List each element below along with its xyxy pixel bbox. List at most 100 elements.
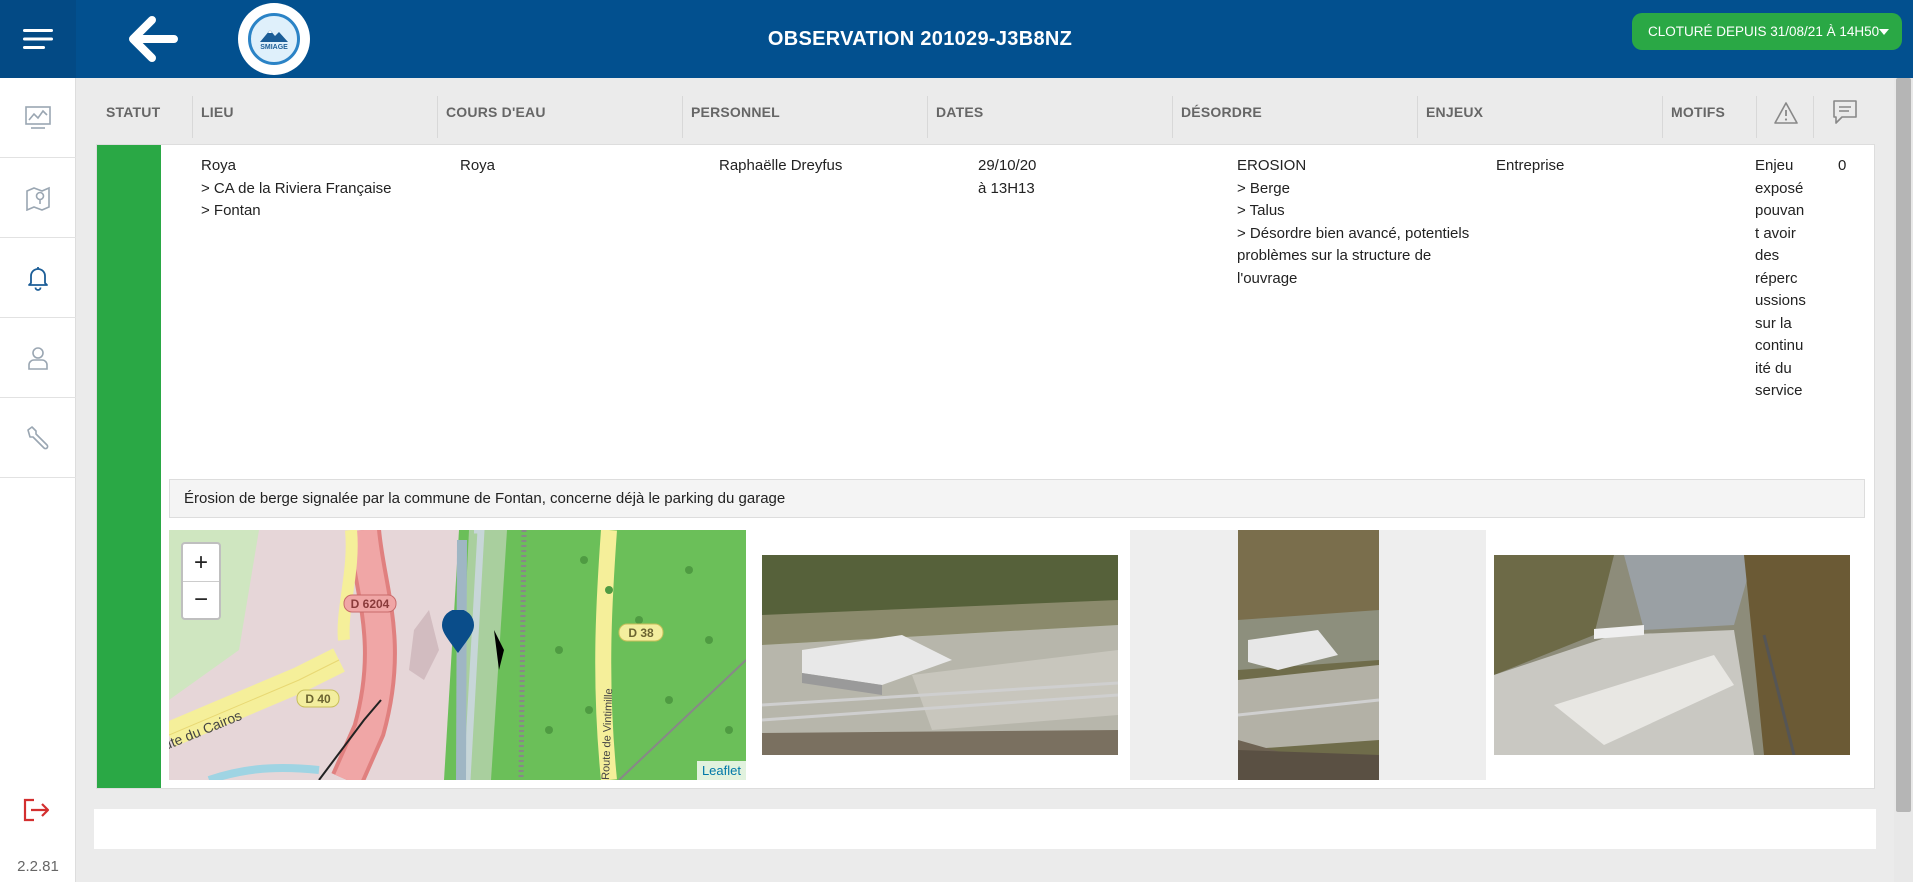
lieu-line: > Fontan (201, 202, 261, 219)
enjeux-value: Entreprise (1496, 157, 1565, 174)
column-divider (192, 96, 193, 138)
photo-thumbnail[interactable] (762, 555, 1118, 755)
desordre-line: > Berge (1237, 179, 1290, 197)
motifs-line: Enjeu (1755, 157, 1794, 174)
logo-text: SMIAGE (260, 44, 288, 51)
zoom-control: + − (181, 542, 221, 620)
column-divider (1417, 96, 1418, 138)
zoom-in-button[interactable]: + (183, 544, 219, 581)
status-dropdown[interactable]: CLOTURÉ DEPUIS 31/08/21 À 14H50 (1632, 13, 1902, 50)
photo-image (1238, 530, 1379, 780)
column-enjeux[interactable]: ENJEUX (1426, 104, 1483, 120)
photo-thumbnail[interactable] (1238, 530, 1379, 780)
motifs-line: réperc (1755, 269, 1798, 287)
sidebar-item-users[interactable] (0, 318, 76, 398)
column-dates[interactable]: DATES (936, 104, 983, 120)
column-lieu[interactable]: LIEU (201, 104, 234, 120)
location-map[interactable]: D 6204 D 38 D 40 Route du Cairos Route d… (169, 530, 746, 780)
lieu-line: > CA de la Riviera Française (201, 179, 392, 197)
column-divider (1662, 96, 1663, 138)
bell-icon (28, 266, 48, 291)
status-label: CLOTURÉ DEPUIS 31/08/21 À 14H50 (1648, 24, 1880, 39)
motifs-line: ussions (1755, 292, 1806, 309)
observation-row[interactable]: Roya > CA de la Riviera Française > Font… (96, 144, 1875, 789)
top-bar: SMIAGE OBSERVATION 201029-J3B8NZ CLOTURÉ… (0, 0, 1913, 78)
motifs-line: continu (1755, 337, 1804, 354)
motifs-line: sur la (1755, 314, 1792, 332)
column-desordre[interactable]: DÉSORDRE (1181, 104, 1262, 120)
motifs-line: des (1755, 247, 1780, 264)
cell-dates: 29/10/20 à 13H13 (978, 155, 1036, 200)
map-marker-icon[interactable] (441, 610, 475, 654)
column-statut[interactable]: STATUT (106, 104, 160, 120)
motifs-line: ité du (1755, 359, 1792, 377)
photo-image (762, 555, 1118, 755)
cell-personnel: Raphaëlle Dreyfus (719, 155, 842, 178)
cell-cours-eau: Roya (460, 155, 495, 178)
leaflet-attribution-link[interactable]: Leaflet (696, 761, 746, 780)
hamburger-icon (23, 29, 53, 49)
sidebar-item-settings[interactable] (0, 398, 76, 478)
map-label-d40: D 40 (305, 692, 331, 706)
cell-enjeux: Entreprise (1496, 155, 1564, 178)
observation-comment: Érosion de berge signalée par la commune… (169, 479, 1865, 518)
cell-comments-count: 0 (1838, 155, 1846, 178)
warning-icon[interactable] (1773, 101, 1799, 125)
chart-icon (25, 105, 51, 129)
cell-lieu: Roya > CA de la Riviera Française > Font… (201, 155, 392, 223)
lieu-line: Roya (201, 157, 237, 174)
menu-button[interactable] (0, 0, 76, 78)
sidebar-item-dashboard[interactable] (0, 78, 76, 158)
date-line: à 13H13 (978, 179, 1035, 197)
map-label-d38: D 38 (628, 626, 654, 640)
photo-image (1494, 555, 1850, 755)
column-cours-eau[interactable]: COURS D'EAU (446, 104, 546, 120)
logout-icon (23, 798, 50, 822)
footer-panel (94, 809, 1876, 849)
desordre-line: > Désordre bien avancé, potentiels (1237, 224, 1470, 242)
user-icon (28, 346, 48, 370)
caret-down-icon (1879, 29, 1889, 35)
scrollbar[interactable] (1894, 78, 1913, 882)
column-divider (927, 96, 928, 138)
column-personnel[interactable]: PERSONNEL (691, 104, 780, 120)
map-tiles: D 6204 D 38 D 40 Route du Cairos Route d… (169, 530, 746, 780)
photo-thumbnail[interactable] (1494, 555, 1850, 755)
mountain-icon (260, 30, 288, 42)
comments-icon[interactable] (1831, 98, 1859, 126)
logout-button[interactable] (20, 794, 52, 826)
column-motifs[interactable]: MOTIFS (1671, 104, 1725, 120)
date-line: 29/10/20 (978, 157, 1037, 174)
status-indicator (97, 145, 161, 788)
scrollbar-thumb[interactable] (1896, 78, 1911, 812)
wrench-icon (27, 425, 49, 449)
comments-count: 0 (1838, 157, 1847, 174)
personnel-value: Raphaëlle Dreyfus (719, 157, 843, 174)
motifs-line: pouvan (1755, 202, 1805, 219)
smiage-logo: SMIAGE (238, 3, 310, 75)
column-divider (682, 96, 683, 138)
desordre-line: EROSION (1237, 157, 1307, 174)
page-title: OBSERVATION 201029-J3B8NZ (767, 28, 1073, 50)
map-icon (26, 186, 50, 211)
back-button[interactable] (126, 14, 180, 64)
cell-desordre: EROSION > Berge > Talus > Désordre bien … (1237, 155, 1469, 290)
arrow-left-icon (129, 16, 178, 62)
column-divider (1756, 96, 1757, 138)
cell-motifs: Enjeu exposé pouvan t avoir des réperc u… (1755, 155, 1806, 403)
motifs-line: exposé (1755, 179, 1804, 197)
desordre-line: problèmes sur la structure de (1237, 247, 1432, 264)
app-version: 2.2.81 (17, 858, 59, 875)
cours-eau-value: Roya (460, 157, 496, 174)
sidebar-item-alerts[interactable] (0, 238, 76, 318)
desordre-line: > Talus (1237, 202, 1285, 219)
column-divider (1813, 96, 1814, 138)
zoom-out-button[interactable]: − (183, 581, 219, 618)
sidebar: 2.2.81 (0, 78, 76, 882)
motifs-line: t avoir (1755, 224, 1796, 242)
sidebar-item-map[interactable] (0, 158, 76, 238)
photo-frame (1130, 530, 1486, 780)
table-header: STATUT LIEU COURS D'EAU PERSONNEL DATES … (76, 78, 1894, 146)
column-divider (437, 96, 438, 138)
column-divider (1172, 96, 1173, 138)
